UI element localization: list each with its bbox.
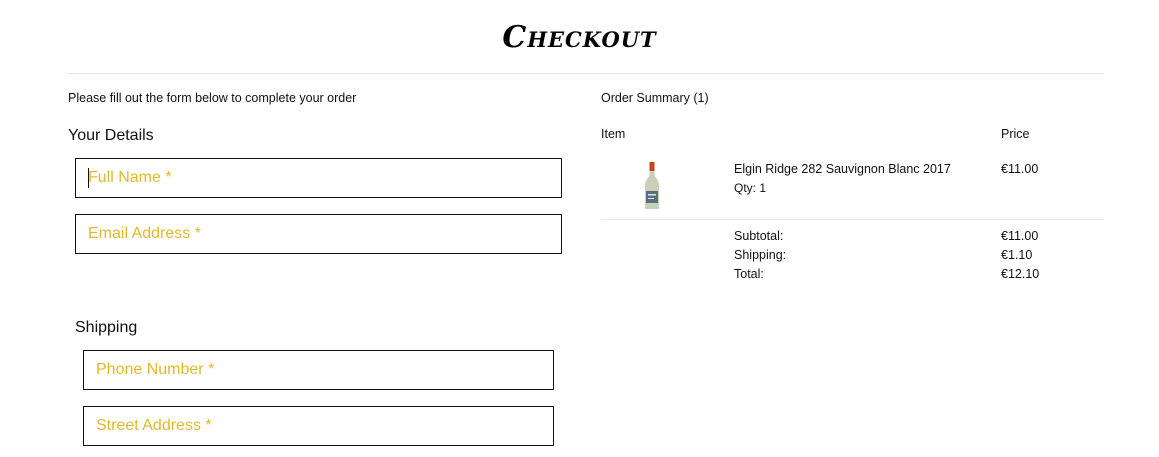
email-address-input[interactable]	[75, 214, 562, 254]
page-title: Checkout	[502, 20, 657, 55]
shipping-cost-value: €1.10	[1001, 248, 1033, 262]
total-label: Total:	[734, 267, 764, 281]
cart-item-qty: Qty: 1	[734, 181, 767, 195]
item-column-header: Item	[601, 127, 626, 141]
total-value: €12.10	[1001, 267, 1040, 281]
cart-item-price: €11.00	[1001, 162, 1039, 176]
wine-bottle-image	[645, 162, 659, 209]
shipping-cost-label: Shipping:	[734, 248, 787, 262]
text-caret	[88, 168, 89, 188]
checkout-page: Checkout Please fill out the form below …	[0, 0, 1159, 457]
shipping-heading: Shipping	[75, 319, 138, 336]
phone-number-input[interactable]	[83, 350, 554, 390]
street-address-input[interactable]	[83, 406, 554, 446]
header-divider	[67, 73, 1104, 74]
order-summary-title: Order Summary (1)	[601, 91, 709, 105]
cart-item-name: Elgin Ridge 282 Sauvignon Blanc 2017	[734, 162, 951, 176]
subtotal-value: €11.00	[1001, 229, 1039, 243]
your-details-heading: Your Details	[68, 127, 154, 144]
form-intro-text: Please fill out the form below to comple…	[68, 91, 357, 105]
price-column-header: Price	[1001, 127, 1030, 141]
summary-divider	[601, 219, 1104, 220]
full-name-input[interactable]	[75, 158, 562, 198]
subtotal-label: Subtotal:	[734, 229, 784, 243]
